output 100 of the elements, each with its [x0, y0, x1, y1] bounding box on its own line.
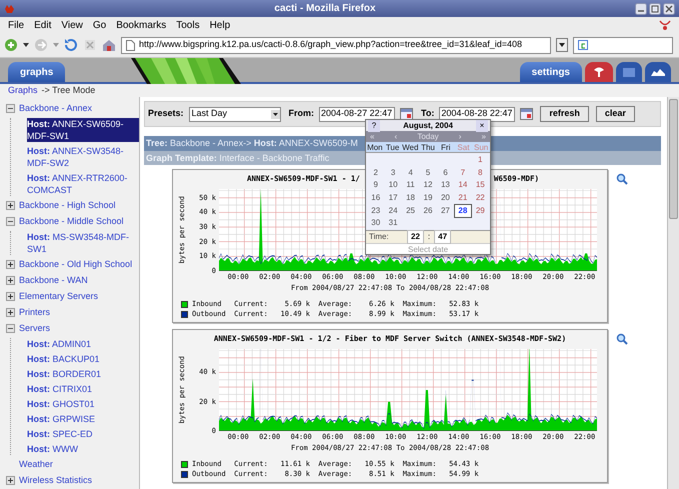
calendar-day[interactable]: 20 [436, 192, 454, 204]
home-icon[interactable] [102, 38, 116, 52]
settings-tab[interactable]: settings [520, 62, 582, 82]
search-engine-icon[interactable] [578, 40, 589, 50]
tree-item[interactable]: Backbone - WAN [19, 274, 88, 287]
pin-tab[interactable] [585, 62, 613, 82]
tree-item[interactable]: Elementary Servers [19, 290, 98, 303]
calendar-day[interactable]: 15 [472, 179, 489, 192]
menu-item[interactable]: View [61, 18, 83, 32]
minimize-icon[interactable] [635, 2, 647, 14]
calendar-day[interactable]: 19 [419, 192, 437, 204]
calendar-day[interactable]: 9 [367, 179, 384, 192]
calendar-day[interactable]: 7 [454, 166, 472, 179]
expand-icon[interactable] [6, 308, 15, 317]
menu-item[interactable]: Help [210, 18, 230, 32]
tree-item[interactable]: Backbone - Old High School [19, 258, 132, 271]
collapse-icon[interactable] [6, 104, 15, 113]
minute-field[interactable]: 47 [434, 230, 452, 244]
calendar-day[interactable]: 21 [454, 192, 472, 204]
calendar-day[interactable]: 23 [367, 205, 384, 217]
expand-icon[interactable] [6, 260, 15, 269]
menu-item[interactable]: Bookmarks [116, 18, 166, 32]
collapse-icon[interactable] [6, 324, 15, 333]
tree-item[interactable]: Backbone - Annex [19, 102, 92, 115]
list-tab[interactable] [616, 62, 642, 82]
tree-item[interactable]: Wireless Statistics [19, 474, 92, 487]
expand-icon[interactable] [6, 476, 15, 485]
date-field[interactable]: 2004-08-27 22:47 [319, 106, 396, 122]
tree-item[interactable]: Host: BACKUP01 [27, 353, 100, 365]
presets-dropdown[interactable]: Last Day [188, 106, 281, 122]
dropdown-icon[interactable] [556, 38, 568, 52]
graph-tab[interactable] [645, 62, 671, 82]
calendar-day[interactable]: 11 [402, 179, 420, 192]
calendar-icon[interactable] [400, 108, 414, 120]
calendar-day[interactable]: 22 [472, 192, 489, 204]
tree-item[interactable]: Servers [19, 322, 50, 335]
scrollbar-thumb[interactable] [669, 99, 678, 219]
calendar-day[interactable]: 4 [402, 166, 420, 179]
tree-item[interactable]: Host: ANNEX-SW3548-MDF-SW2 [27, 145, 139, 169]
calendar-day[interactable]: 6 [436, 166, 454, 179]
menu-item[interactable]: Tools [176, 18, 200, 32]
calendar-day[interactable]: 14 [454, 179, 472, 192]
tree-item[interactable]: Printers [19, 306, 50, 319]
expand-icon[interactable] [6, 201, 15, 210]
search-field[interactable] [573, 36, 673, 54]
zoom-icon[interactable] [616, 173, 628, 185]
tree-item[interactable]: Host: ANNEX-SW6509-MDF-SW1 [27, 118, 139, 142]
expand-icon[interactable] [6, 292, 15, 301]
reload-icon[interactable] [64, 38, 78, 52]
calendar-day[interactable]: 5 [419, 166, 437, 179]
hour-field[interactable]: 22 [407, 230, 424, 244]
calendar-day[interactable]: 25 [402, 205, 420, 217]
address-field[interactable]: http://www.bigspring.k12.pa.us/cacti-0.8.6/graph_view.php?action=tree&tree_id=31&leaf_id=408 [121, 36, 551, 54]
date-field[interactable]: 2004-08-28 22:47 [439, 106, 516, 122]
calendar-day[interactable]: 29 [472, 205, 489, 217]
menu-item[interactable]: Edit [34, 18, 52, 32]
zoom-icon[interactable] [616, 333, 628, 345]
close-icon[interactable] [663, 2, 675, 14]
calendar-day[interactable]: 1 [472, 154, 489, 166]
calendar-day[interactable]: 26 [419, 205, 437, 217]
breadcrumb-link[interactable]: Graphs [8, 84, 38, 98]
calendar-day[interactable]: 18 [402, 192, 420, 204]
tree-item[interactable]: Host: BORDER01 [27, 368, 102, 380]
calendar-day[interactable]: 12 [419, 179, 437, 192]
calendar-day[interactable]: 10 [384, 179, 402, 192]
caret-icon[interactable] [23, 43, 29, 47]
calendar-day[interactable]: 31 [384, 216, 402, 229]
form-button[interactable]: clear [596, 106, 635, 122]
calendar-day[interactable]: 24 [384, 205, 402, 217]
tree-item[interactable]: Weather [19, 458, 53, 471]
calendar-day[interactable]: 16 [367, 192, 384, 204]
collapse-icon[interactable] [6, 217, 15, 226]
expand-icon[interactable] [6, 276, 15, 285]
calendar-icon[interactable] [520, 108, 534, 120]
tree-item[interactable]: Host: WWW [27, 443, 78, 455]
calendar-day[interactable]: 27 [436, 205, 454, 217]
calendar-day[interactable]: 13 [436, 179, 454, 192]
form-button[interactable]: refresh [540, 106, 589, 122]
tree-item[interactable]: Backbone - High School [19, 199, 116, 212]
calendar-day[interactable]: 3 [384, 166, 402, 179]
tree-item[interactable]: Host: SPEC-ED [27, 428, 93, 440]
calendar-day[interactable]: 17 [384, 192, 402, 204]
calendar-day[interactable]: 28 [454, 204, 472, 218]
menu-item[interactable]: Go [92, 18, 106, 32]
calendar-day[interactable]: 8 [472, 166, 489, 179]
tree-item[interactable]: Host: GRPWISE [27, 413, 96, 425]
tree-item[interactable]: Host: ANNEX-RTR2600-COMCAST [27, 172, 139, 196]
menu-item[interactable]: File [8, 18, 24, 32]
graphs-tab[interactable]: graphs [8, 62, 66, 82]
tree-item[interactable]: Host: MS-SW3548-MDF-SW1 [27, 231, 139, 255]
calendar-day[interactable]: 2 [367, 166, 384, 179]
tree-item[interactable]: Host: ADMIN01 [27, 338, 92, 350]
close-button[interactable]: × [476, 120, 488, 132]
tree-item[interactable]: Host: GHOST01 [27, 398, 95, 410]
tree-item[interactable]: Host: CITRIX01 [27, 383, 92, 395]
help-button[interactable]: ? [368, 120, 380, 132]
back-button-icon[interactable] [4, 38, 18, 52]
calendar-day[interactable]: 30 [367, 216, 384, 229]
tree-item[interactable]: Backbone - Middle School [19, 215, 124, 228]
maximize-icon[interactable] [649, 2, 661, 14]
